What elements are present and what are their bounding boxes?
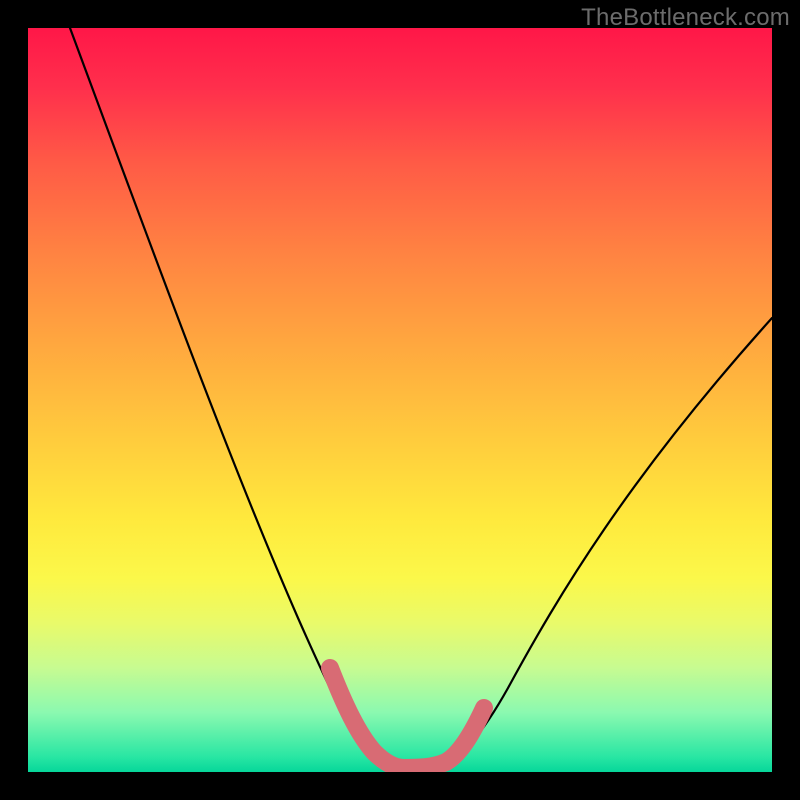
chart-svg (28, 28, 772, 772)
bottleneck-curve (70, 28, 772, 768)
plot-area (28, 28, 772, 772)
watermark-text: TheBottleneck.com (581, 4, 790, 32)
chart-frame: TheBottleneck.com (0, 0, 800, 800)
bottom-highlight (330, 668, 484, 768)
